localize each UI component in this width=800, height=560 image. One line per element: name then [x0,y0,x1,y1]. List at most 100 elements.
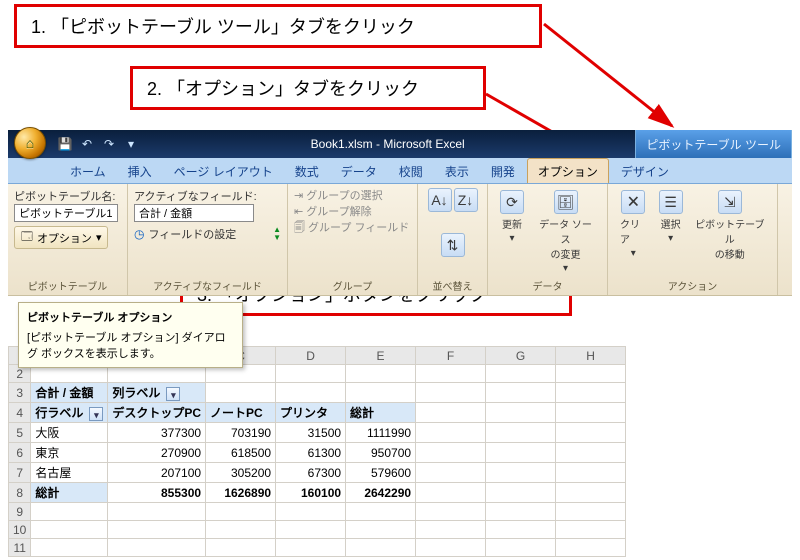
chevron-down-icon: ▾ [668,233,673,244]
titlebar: ⌂ 💾 ↶ ↷ ▾ Book1.xlsm - Microsoft Excel ピ… [8,130,792,158]
pivot-row-item[interactable]: 東京 [31,443,108,463]
row-header[interactable]: 10 [9,521,31,539]
sort-asc-icon[interactable]: A↓ [428,188,452,212]
redo-icon[interactable]: ↷ [100,135,118,153]
qat-dropdown-icon[interactable]: ▾ [122,135,140,153]
options-icon: 🗔 [21,228,33,247]
tab-insert[interactable]: 挿入 [118,159,162,183]
pivot-col-item[interactable]: 総計 [346,403,416,423]
sort-icon[interactable]: ⇅ [441,233,465,257]
row-header[interactable]: 3 [9,383,31,403]
pivot-cell[interactable]: 579600 [346,463,416,483]
pivot-col-item[interactable]: ノートPC [206,403,276,423]
callout-2: 2. 「オプション」タブをクリック [130,66,486,110]
group-active-field: アクティブなフィールド: 合計 / 金額 ◷ フィールドの設定 ▲ ▼ アクティ… [128,184,288,295]
tab-home[interactable]: ホーム [60,159,116,183]
group-label-data: データ [494,278,601,293]
pivot-cell[interactable]: 618500 [206,443,276,463]
row-header[interactable]: 9 [9,503,31,521]
pivot-cell[interactable]: 950700 [346,443,416,463]
col-header[interactable]: D [276,347,346,365]
pivot-table: A B C D E F G H 2 3 合計 / 金額 列ラベル▾ 4 行ラベル… [8,346,626,557]
callout-1: 1. 「ピボットテーブル ツール」タブをクリック [14,4,542,48]
tab-page-layout[interactable]: ページ レイアウト [164,159,283,183]
change-data-source-button[interactable]: 🗄データ ソース の変更▾ [530,188,601,276]
pivot-row-item[interactable]: 名古屋 [31,463,108,483]
tab-view[interactable]: 表示 [435,159,479,183]
ribbon: ピボットテーブル名: ピボットテーブル1 🗔 オプション ▾ ピボットテーブル … [8,184,792,296]
quick-access-toolbar: 💾 ↶ ↷ ▾ [56,135,140,153]
pivot-grand-total-row[interactable]: 総計 [31,483,108,503]
group-label-actions: アクション [614,278,771,293]
pivot-cell[interactable]: 207100 [108,463,206,483]
col-header[interactable]: F [416,347,486,365]
office-button[interactable]: ⌂ [14,127,46,159]
undo-icon[interactable]: ↶ [78,135,96,153]
pivot-cell[interactable]: 160100 [276,483,346,503]
row-header[interactable]: 11 [9,539,31,557]
group-actions: 🗙クリア▾ ☰選択▾ ⇲ピボットテーブル の移動 アクション [608,184,778,295]
pt-name-input[interactable]: ピボットテーブル1 [14,204,118,222]
pivot-cell[interactable]: 61300 [276,443,346,463]
field-settings-button[interactable]: フィールドの設定 [148,226,236,242]
group-field-button[interactable]: 🗐 グループ フィールド [294,220,411,236]
group-group: ⇥ グループの選択 ⇤ グループ解除 🗐 グループ フィールド グループ [288,184,418,295]
chevron-down-icon: ▾ [631,248,636,259]
pivot-row-label[interactable]: 行ラベル▾ [31,403,108,423]
sort-desc-icon[interactable]: Z↓ [454,188,478,212]
collapse-icon[interactable]: ▼ [273,234,281,242]
col-header[interactable]: E [346,347,416,365]
options-button[interactable]: 🗔 オプション ▾ [14,226,108,249]
group-label-sort: 並べ替え [424,278,481,293]
pivot-col-item[interactable]: プリンタ [276,403,346,423]
row-header[interactable]: 7 [9,463,31,483]
pivot-cell[interactable]: 305200 [206,463,276,483]
row-header[interactable]: 6 [9,443,31,463]
tab-design[interactable]: デザイン [611,159,679,183]
col-header[interactable]: G [486,347,556,365]
tab-options[interactable]: オプション [527,158,609,183]
pivot-cell[interactable]: 703190 [206,423,276,443]
datasource-icon: 🗄 [554,190,578,214]
save-icon[interactable]: 💾 [56,135,74,153]
group-sort: A↓ Z↓ ⇅ 並べ替え [418,184,488,295]
pivot-cell[interactable]: 2642290 [346,483,416,503]
pivot-cell[interactable]: 31500 [276,423,346,443]
pivot-cell[interactable]: 270900 [108,443,206,463]
context-tab-title: ピボットテーブル ツール [635,130,792,158]
select-icon: ☰ [659,190,683,214]
clear-icon: 🗙 [621,190,645,214]
field-settings-icon: ◷ [134,227,144,241]
refresh-button[interactable]: ⟳更新▾ [494,188,530,276]
pivot-cell[interactable]: 855300 [108,483,206,503]
pivot-cell[interactable]: 67300 [276,463,346,483]
move-icon: ⇲ [718,190,742,214]
ungroup-button[interactable]: ⇤ グループ解除 [294,204,411,220]
pivot-cell[interactable]: 1111990 [346,423,416,443]
refresh-icon: ⟳ [500,190,524,214]
clear-button[interactable]: 🗙クリア▾ [614,188,653,276]
row-header[interactable]: 4 [9,403,31,423]
tab-developer[interactable]: 開発 [481,159,525,183]
worksheet[interactable]: A B C D E F G H 2 3 合計 / 金額 列ラベル▾ 4 行ラベル… [8,346,792,557]
pivot-value-field[interactable]: 合計 / 金額 [31,383,108,403]
select-button[interactable]: ☰選択▾ [653,188,689,276]
pivot-col-item[interactable]: デスクトップPC [108,403,206,423]
move-pt-button[interactable]: ⇲ピボットテーブル の移動 [689,188,771,276]
group-selection-button[interactable]: ⇥ グループの選択 [294,188,411,204]
filter-dropdown-icon[interactable]: ▾ [89,407,103,421]
tab-review[interactable]: 校閲 [389,159,433,183]
tab-data[interactable]: データ [331,159,387,183]
row-header[interactable]: 8 [9,483,31,503]
tab-formulas[interactable]: 数式 [285,159,329,183]
pivot-cell[interactable]: 1626890 [206,483,276,503]
pivot-cell[interactable]: 377300 [108,423,206,443]
row-header[interactable]: 5 [9,423,31,443]
excel-window: ⌂ 💾 ↶ ↷ ▾ Book1.xlsm - Microsoft Excel ピ… [8,130,792,560]
col-header[interactable]: H [556,347,626,365]
group-label-group: グループ [294,278,411,293]
pivot-col-label[interactable]: 列ラベル▾ [108,383,206,403]
filter-dropdown-icon[interactable]: ▾ [166,387,180,401]
pivot-row-item[interactable]: 大阪 [31,423,108,443]
active-field-input[interactable]: 合計 / 金額 [134,204,254,222]
